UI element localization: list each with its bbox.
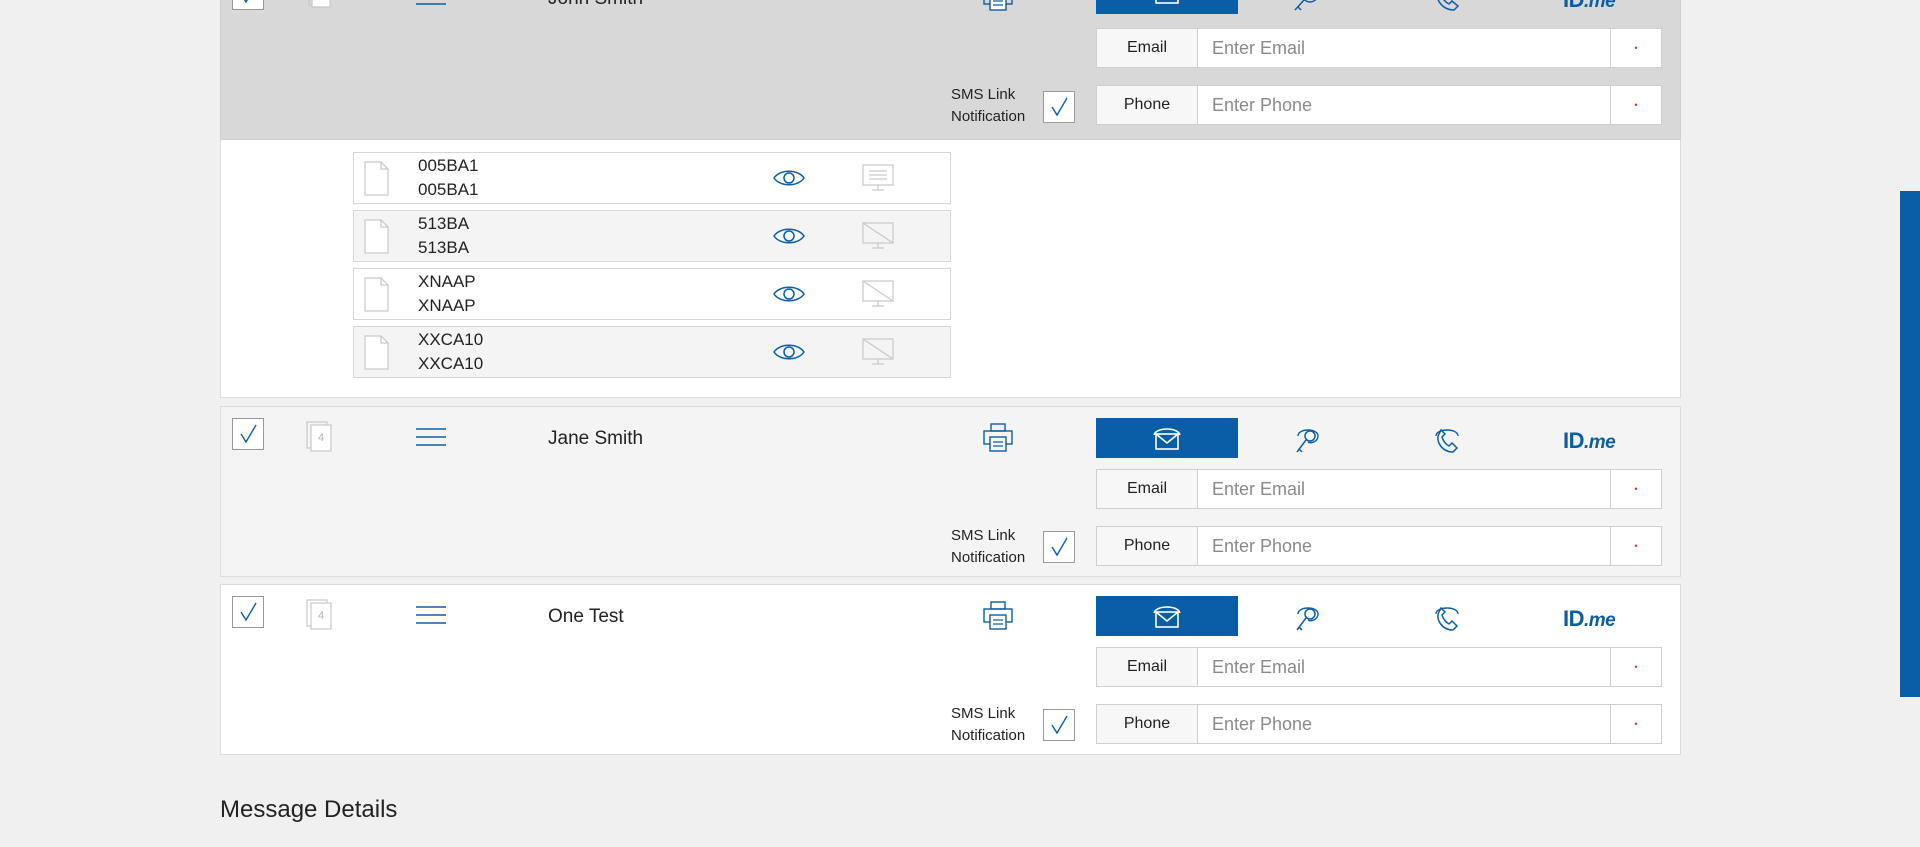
documents-stack-icon[interactable] <box>306 0 332 8</box>
email-method-button[interactable] <box>1096 0 1238 14</box>
sms-notification-checkbox[interactable] <box>1043 709 1075 741</box>
sms-notification-checkbox[interactable] <box>1043 91 1075 123</box>
recipient-checkbox[interactable] <box>232 418 264 450</box>
sms-link-label: SMS Link Notification <box>951 705 1026 744</box>
monitor-disabled-icon[interactable] <box>861 279 895 309</box>
phone-label: Phone <box>1097 86 1198 124</box>
scrollbar-thumb[interactable] <box>1900 191 1920 697</box>
email-field: Email • <box>1096 647 1662 687</box>
email-input[interactable] <box>1198 648 1610 686</box>
required-indicator: • <box>1610 470 1661 508</box>
document-code: XNAAP <box>418 272 476 291</box>
menu-icon[interactable] <box>416 0 446 6</box>
monitor-disabled-icon[interactable] <box>861 221 895 251</box>
required-indicator: • <box>1610 648 1661 686</box>
document-count: 4 <box>317 610 325 622</box>
preview-eye-icon[interactable] <box>772 166 806 190</box>
print-icon[interactable] <box>982 423 1014 453</box>
phone-field: Phone • <box>1096 704 1662 744</box>
documents-stack-icon[interactable]: 4 <box>305 421 333 453</box>
email-input[interactable] <box>1198 470 1610 508</box>
email-method-button[interactable] <box>1096 596 1238 636</box>
phone-input[interactable] <box>1198 705 1610 743</box>
key-icon[interactable] <box>1290 0 1324 14</box>
phone-input[interactable] <box>1198 86 1610 124</box>
menu-icon[interactable] <box>416 605 446 625</box>
required-indicator: • <box>1610 705 1661 743</box>
document-item: 005BA1 005BA1 <box>353 152 951 204</box>
message-details-heading: Message Details <box>220 796 398 823</box>
recipient-name: One Test <box>548 606 624 627</box>
recipient-checkbox[interactable] <box>232 596 264 628</box>
phone-call-icon[interactable] <box>1430 602 1464 634</box>
idme-logo[interactable]: ID.me <box>1563 606 1616 632</box>
recipient-checkbox[interactable] <box>232 0 264 10</box>
email-label: Email <box>1097 29 1198 67</box>
document-code: 513BA <box>418 214 470 233</box>
document-name: 005BA1 <box>418 180 479 199</box>
recipient-name: Jane Smith <box>548 428 644 449</box>
document-icon <box>362 161 390 197</box>
key-icon[interactable] <box>1290 424 1324 456</box>
document-icon <box>362 335 390 371</box>
document-icon <box>362 219 390 255</box>
phone-call-icon[interactable] <box>1430 0 1464 14</box>
sms-link-label: SMS Link Notification <box>951 527 1026 566</box>
sms-notification-checkbox[interactable] <box>1043 531 1075 563</box>
phone-call-icon[interactable] <box>1430 424 1464 456</box>
document-count: 4 <box>317 432 325 444</box>
phone-label: Phone <box>1097 705 1198 743</box>
preview-eye-icon[interactable] <box>772 282 806 306</box>
documents-stack-icon[interactable]: 4 <box>305 599 333 631</box>
phone-field: Phone • <box>1096 85 1662 125</box>
preview-eye-icon[interactable] <box>772 340 806 364</box>
email-field: Email • <box>1096 28 1662 68</box>
document-code: 005BA1 <box>418 156 479 175</box>
phone-input[interactable] <box>1198 527 1610 565</box>
key-icon[interactable] <box>1290 602 1324 634</box>
sms-link-label: SMS Link Notification <box>951 86 1026 125</box>
required-indicator: • <box>1610 527 1661 565</box>
document-icon <box>362 277 390 313</box>
document-code: XXCA10 <box>418 330 484 349</box>
document-name: XXCA10 <box>418 354 484 373</box>
idme-logo[interactable]: ID.me <box>1563 0 1616 13</box>
monitor-icon[interactable] <box>861 163 895 193</box>
email-label: Email <box>1097 470 1198 508</box>
document-item: XXCA10 XXCA10 <box>353 326 951 378</box>
menu-icon[interactable] <box>416 427 446 447</box>
email-input[interactable] <box>1198 29 1610 67</box>
preview-eye-icon[interactable] <box>772 224 806 248</box>
required-indicator: • <box>1610 86 1661 124</box>
print-icon[interactable] <box>982 601 1014 631</box>
email-label: Email <box>1097 648 1198 686</box>
email-method-button[interactable] <box>1096 418 1238 458</box>
recipient-name: John Smith <box>548 0 643 10</box>
phone-label: Phone <box>1097 527 1198 565</box>
document-item: 513BA 513BA <box>353 210 951 262</box>
document-item: XNAAP XNAAP <box>353 268 951 320</box>
required-indicator: • <box>1610 29 1661 67</box>
document-name: 513BA <box>418 238 470 257</box>
print-icon[interactable] <box>982 0 1014 12</box>
monitor-disabled-icon[interactable] <box>861 337 895 367</box>
document-name: XNAAP <box>418 296 476 315</box>
email-field: Email • <box>1096 469 1662 509</box>
phone-field: Phone • <box>1096 526 1662 566</box>
idme-logo[interactable]: ID.me <box>1563 428 1616 454</box>
